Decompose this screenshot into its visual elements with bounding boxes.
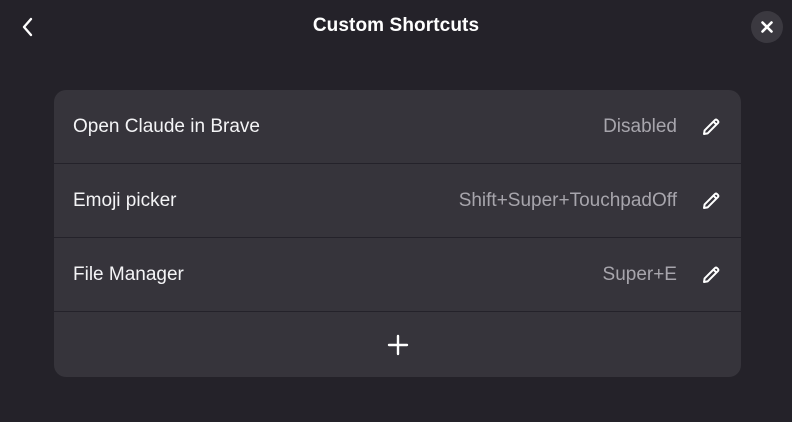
page-title: Custom Shortcuts <box>312 15 480 36</box>
shortcut-name: Open Claude in Brave <box>73 115 260 137</box>
shortcut-row-file-manager: File Manager Super+E <box>54 238 741 312</box>
pencil-icon <box>703 118 720 135</box>
plus-icon <box>387 334 408 356</box>
pencil-icon <box>703 266 720 283</box>
shortcut-list: Open Claude in Brave Disabled Emoji pick… <box>54 90 741 377</box>
shortcut-name: Emoji picker <box>73 189 177 211</box>
close-icon <box>761 21 773 33</box>
close-button[interactable] <box>751 11 783 43</box>
shortcut-row-open-claude: Open Claude in Brave Disabled <box>54 90 741 164</box>
shortcut-row-emoji-picker: Emoji picker Shift+Super+TouchpadOff <box>54 164 741 238</box>
custom-shortcuts-dialog: Custom Shortcuts Open Claude in Brave Di… <box>0 0 792 422</box>
edit-shortcut-button[interactable] <box>697 261 725 289</box>
edit-shortcut-button[interactable] <box>697 113 725 141</box>
shortcut-name: File Manager <box>73 263 184 285</box>
shortcut-accelerator: Disabled <box>603 115 677 137</box>
add-shortcut-button[interactable] <box>54 312 741 377</box>
header-bar: Custom Shortcuts <box>0 0 792 54</box>
edit-shortcut-button[interactable] <box>697 187 725 215</box>
pencil-icon <box>703 192 720 209</box>
shortcut-accelerator: Shift+Super+TouchpadOff <box>458 189 677 211</box>
shortcut-accelerator: Super+E <box>602 263 677 285</box>
